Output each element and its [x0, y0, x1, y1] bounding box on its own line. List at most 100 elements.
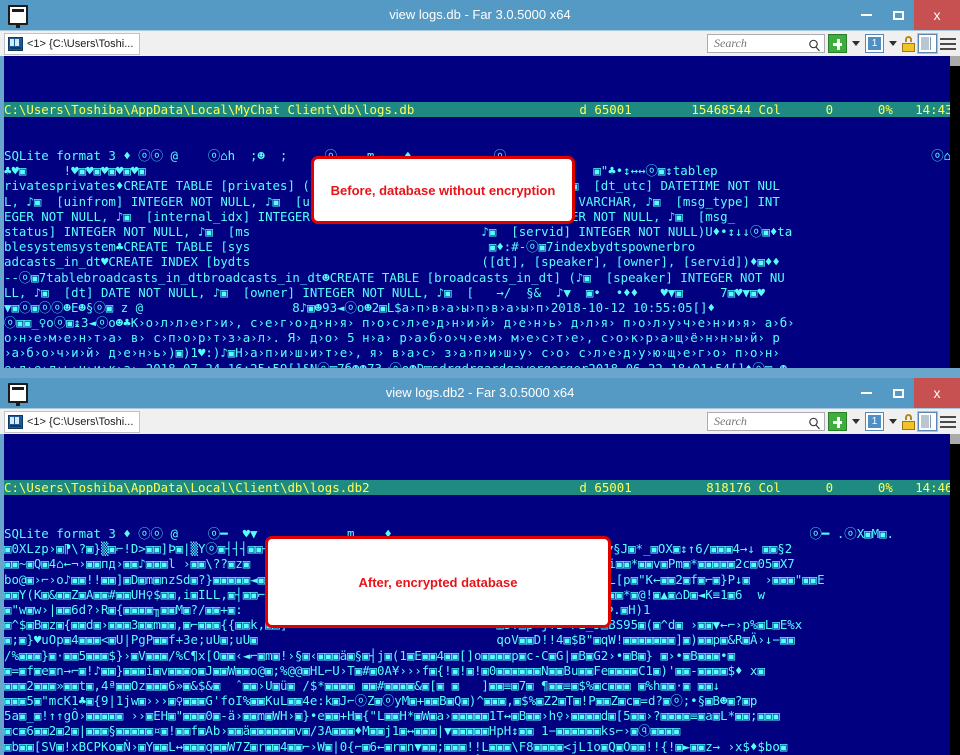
viewer-line: /%▣▣▣}▣·▣▣5▣▣▣$}›▣V▣▣▣/%C¶x[O▣▣‹◄⌐▣m▣!›§…	[4, 647, 736, 663]
window-bottom-edge-top	[0, 368, 960, 378]
status-time: 14:46	[915, 479, 953, 495]
viewer-line: LL, ♪▣ [dt] DATE NOT NULL, ♪▣ [owner] IN…	[4, 284, 765, 300]
status-path: C:\Users\Toshiba\AppData\Local\MyChat Cl…	[4, 101, 415, 117]
search-input[interactable]	[712, 413, 812, 430]
viewer-line: ▣;▣}♥uOp▣4▣▣▣<▣U|PgP▣▣f+3e;uU▣;uU▣ qoV▣▣…	[4, 632, 795, 648]
viewer-line: ›а›б›о›ч›и›й› д›е›н›ь›)▣)1♥:)♪▣Н›а›п›и›ш…	[4, 345, 780, 361]
add-chevron-down-icon[interactable]	[852, 419, 860, 424]
lock-icon[interactable]	[902, 35, 915, 52]
viewer-tab-top[interactable]: <1> {C:\Users\Toshi...	[4, 32, 141, 55]
lock-shackle	[905, 413, 912, 420]
viewer-scrollbar-bottom[interactable]	[950, 434, 960, 755]
viewer-line: status] INTEGER NOT NULL, ♪▣ [ms ♪▣ [ser…	[4, 223, 793, 239]
status-tail: d 65001 15468544 Col 0 0% 14:43	[579, 102, 960, 117]
panel-number-button[interactable]: 1	[865, 412, 884, 431]
search-box-top[interactable]	[707, 34, 825, 53]
status-line-top: C:\Users\Toshiba\AppData\Local\MyChat Cl…	[0, 101, 960, 117]
desktop: view logs.db - Far 3.0.5000 x64 x <1> {C…	[0, 0, 960, 755]
search-icon	[808, 37, 821, 56]
panel-number-label: 1	[868, 37, 881, 50]
lock-body	[902, 42, 915, 52]
status-tail: d 65001 818176 Col 0 0% 14:46	[579, 480, 960, 495]
viewer-line: --ⓞ▣7tablebroadcasts_in_dtbroadcasts_in_…	[4, 269, 785, 285]
viewer-tab-label: <1> {C:\Users\Toshi...	[27, 37, 134, 50]
callout-before-encryption: Before, database without encryption	[311, 156, 575, 224]
minimize-button[interactable]	[850, 0, 882, 30]
viewer-left-edge-top	[0, 56, 4, 378]
scrollbar-thumb[interactable]	[950, 434, 960, 444]
panel-number-label: 1	[868, 415, 881, 428]
window-title-top: view logs.db - Far 3.0.5000 x64	[389, 7, 571, 22]
lock-body	[902, 420, 915, 430]
status-percent: 0%	[877, 101, 893, 117]
close-button[interactable]: x	[914, 0, 960, 30]
viewer-line: ▣b▣▣[SV▣!xBCPKo▣Ǹ›▣Y▣▣L↔▣▣▣q▣▣W7Z▣r▣▣4▣▣…	[4, 738, 788, 754]
viewer-line: ▣c▣6▣▣2▣2▣|▣▣▣§▣▣▣▣▣¤▣!▣▣f▣Ab›▣▣ä▣▣▣▣▣▣v…	[4, 723, 681, 739]
status-codepage: 65001	[594, 101, 632, 117]
status-col: 0	[825, 101, 834, 117]
viewer-scrollbar-top[interactable]	[950, 56, 960, 378]
maximize-icon	[892, 10, 904, 20]
titlebar-top[interactable]: view logs.db - Far 3.0.5000 x64 x	[0, 0, 960, 30]
window-controls-bottom[interactable]: x	[850, 378, 960, 408]
minimize-icon	[860, 392, 872, 394]
status-line-bottom: C:\Users\Toshiba\AppData\Local\Client\db…	[0, 479, 960, 495]
lock-shackle	[905, 35, 912, 42]
viewer-line: ▼▣ⓞ▣ⓞⓞ☻E☻§ⓞ▣ z @ 8♪▣☻93◄ⓞo☻2▣L$а›п›в›а›ы…	[4, 299, 715, 315]
status-codepage: 65001	[594, 479, 632, 495]
panel-chevron-down-icon[interactable]	[889, 419, 897, 424]
viewer-tab-bottom[interactable]: <1> {C:\Users\Toshi...	[4, 410, 141, 433]
search-input[interactable]	[712, 35, 812, 52]
add-chevron-down-icon[interactable]	[852, 41, 860, 46]
status-col-label: Col	[758, 101, 781, 117]
status-size: 818176	[706, 479, 752, 495]
status-col-label: Col	[758, 479, 781, 495]
far-manager-icon	[8, 5, 28, 28]
status-percent: 0%	[877, 479, 893, 495]
hamburger-menu-icon[interactable]	[940, 37, 956, 51]
hamburger-menu-icon[interactable]	[940, 415, 956, 429]
lock-icon[interactable]	[902, 413, 915, 430]
search-icon	[808, 415, 821, 434]
panel-number-button[interactable]: 1	[865, 34, 884, 53]
status-col: 0	[825, 479, 834, 495]
viewer-line: ⓞ▣▣_♀oⓞ▣↨3◄ⓞo☻♣К›о›л›л›е›г›и›, с›е›г›о›д…	[4, 315, 795, 331]
panel-layout-button[interactable]	[917, 33, 938, 54]
panel-layout-button[interactable]	[917, 411, 938, 432]
window-title-bottom: view logs.db2 - Far 3.0.5000 x64	[385, 385, 575, 400]
viewer-tab-icon	[8, 414, 23, 429]
toolbar-top[interactable]: <1> {C:\Users\Toshi... 1	[0, 30, 960, 56]
far-manager-icon	[8, 383, 28, 406]
close-button[interactable]: x	[914, 378, 960, 408]
minimize-button[interactable]	[850, 378, 882, 408]
maximize-button[interactable]	[882, 0, 914, 30]
scrollbar-thumb[interactable]	[950, 56, 960, 66]
callout-after-encryption: After, encrypted database	[265, 536, 611, 628]
toolbar-bottom[interactable]: <1> {C:\Users\Toshi... 1	[0, 408, 960, 434]
minimize-icon	[860, 14, 872, 16]
panel-chevron-down-icon[interactable]	[889, 41, 897, 46]
viewer-tab-icon	[8, 36, 23, 51]
viewer-line: blesystemsystem♣CREATE TABLE [sys ▣♦:#-ⓞ…	[4, 239, 696, 255]
viewer-line: ▣▣▣2▣▣▣»▣▣t▣,4ª▣▣Oz▣▣▣6»▣&$&▣ ˆ▣▣›U▣ü▣ /…	[4, 677, 721, 693]
viewer-line: ▣▣▣5▣"mcK1♣▣{9|1jw▣›››▣♀▣▣▣G'foI%▣▣KuL▣▣…	[4, 693, 758, 709]
viewer-line: 5a▣_▣!↑↑gÔ›▣▣▣▣▣ ››▣EH▣"▣▣▣0▣-ä›▣▣m▣WH›▣…	[4, 708, 780, 724]
status-mode: d	[579, 479, 587, 495]
toolbar-right-top[interactable]: 1	[707, 33, 956, 54]
window-controls-top[interactable]: x	[850, 0, 960, 30]
viewer-tab-label: <1> {C:\Users\Toshi...	[27, 415, 134, 428]
status-path: C:\Users\Toshiba\AppData\Local\Client\db…	[4, 479, 370, 495]
maximize-icon	[892, 388, 904, 398]
status-mode: d	[579, 101, 587, 117]
maximize-button[interactable]	[882, 378, 914, 408]
status-time: 14:43	[915, 101, 953, 117]
viewer-line: о›н›е›м›е›н›т›а› в› с›п›о›р›т›з›а›л›. Я›…	[4, 330, 780, 346]
viewer-left-edge-bottom	[0, 434, 4, 755]
titlebar-bottom[interactable]: view logs.db2 - Far 3.0.5000 x64 x	[0, 378, 960, 408]
add-button[interactable]	[828, 34, 847, 53]
add-button[interactable]	[828, 412, 847, 431]
viewer-line: ▣=▣f▣e▣n→⌐▣!♪▣▣}▣▣▣i▣v▣▣▣o▣J▣▣W▣▣o@▣;%@@…	[4, 662, 765, 678]
viewer-line: adcasts_in_dt♥CREATE INDEX [bydts ([dt],…	[4, 254, 780, 270]
search-box-bottom[interactable]	[707, 412, 825, 431]
toolbar-right-bottom[interactable]: 1	[707, 411, 956, 432]
